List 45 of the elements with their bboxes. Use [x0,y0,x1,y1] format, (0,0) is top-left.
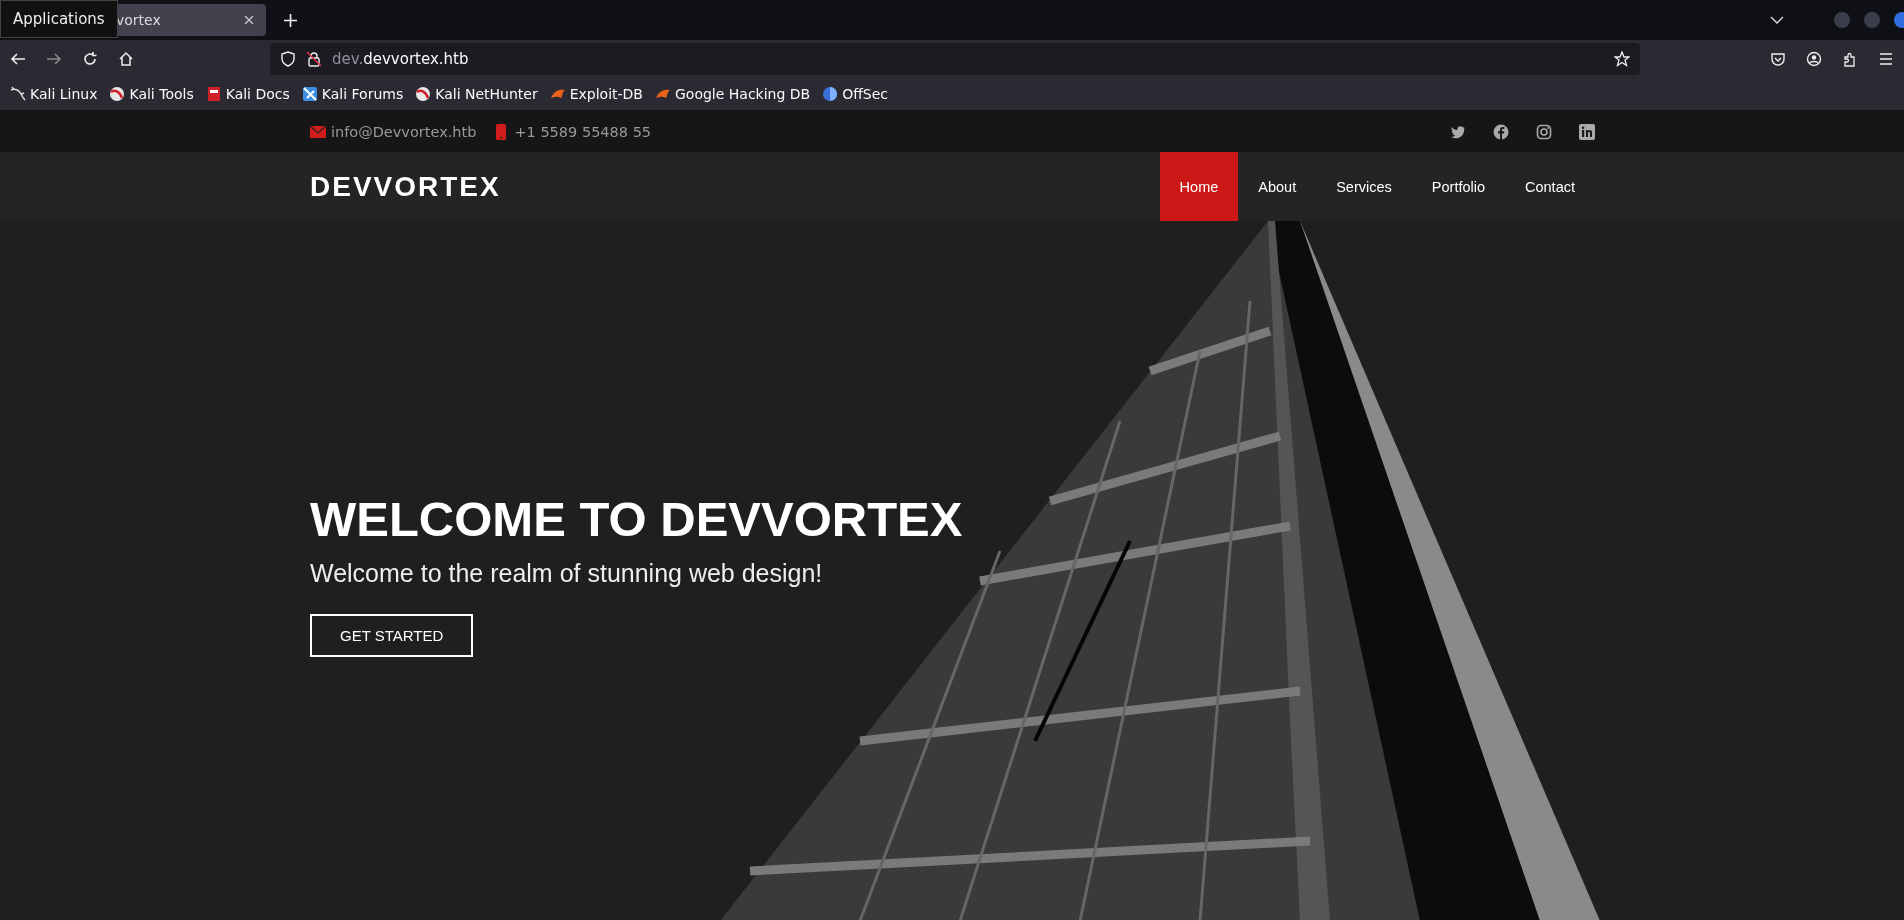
facebook-icon[interactable] [1493,123,1509,140]
close-icon[interactable] [244,15,254,25]
linkedin-icon[interactable] [1579,123,1595,140]
nav-link[interactable]: About [1238,152,1317,221]
bookmark-item[interactable]: OffSec [822,86,889,102]
url-text: dev.devvortex.htb [332,50,469,68]
account-icon[interactable] [1806,51,1822,67]
phone-icon [496,123,507,140]
twitter-icon[interactable] [1450,123,1466,140]
hero-title: WELCOME TO DEVVORTEX [310,491,963,547]
home-icon[interactable] [118,51,134,67]
back-icon[interactable] [10,51,26,67]
reload-icon[interactable] [82,51,98,67]
menu-icon[interactable] [1878,51,1894,67]
shield-icon[interactable] [280,51,296,67]
bookmark-item[interactable]: Kali Linux [10,86,98,102]
tab-title: vortex [116,12,162,28]
tooltip: Applications [0,0,118,38]
bookmark-item[interactable]: Google Hacking DB [655,86,811,102]
bookmark-item[interactable]: Exploit-DB [549,86,643,102]
nav-link[interactable]: Portfolio [1411,152,1505,221]
lock-slash-icon[interactable] [306,51,322,67]
puzzle-icon[interactable] [1842,51,1858,67]
nav-link[interactable]: Services [1316,152,1412,221]
email-text: info@Devvortex.htb [331,123,477,140]
bookmark-item[interactable]: Kali Forums [301,86,404,102]
new-tab-icon[interactable] [284,13,297,27]
address-bar[interactable]: dev.devvortex.htb [270,43,1640,75]
forward-icon[interactable] [46,51,62,67]
star-icon[interactable] [1614,51,1630,67]
logo[interactable]: DEVVORTEX [310,170,501,203]
instagram-icon[interactable] [1536,123,1552,140]
phone-text: +1 5589 55488 55 [514,123,652,140]
bookmark-item[interactable]: Kali NetHunter [415,86,538,102]
hero-subtitle: Welcome to the realm of stunning web design! [310,559,823,588]
nav-link[interactable]: Contact [1505,152,1595,221]
bookmark-item[interactable]: Kali Tools [109,86,194,102]
book-icon [205,86,222,102]
get-started-button[interactable]: GET STARTED [310,614,474,657]
bookmark-item[interactable]: Kali Docs [205,86,290,102]
orb-icon [822,86,839,102]
pocket-icon[interactable] [1770,51,1786,67]
envelope-icon [310,125,326,138]
chevron-down-icon[interactable] [1770,16,1784,24]
nav-link[interactable]: Home [1159,152,1239,221]
